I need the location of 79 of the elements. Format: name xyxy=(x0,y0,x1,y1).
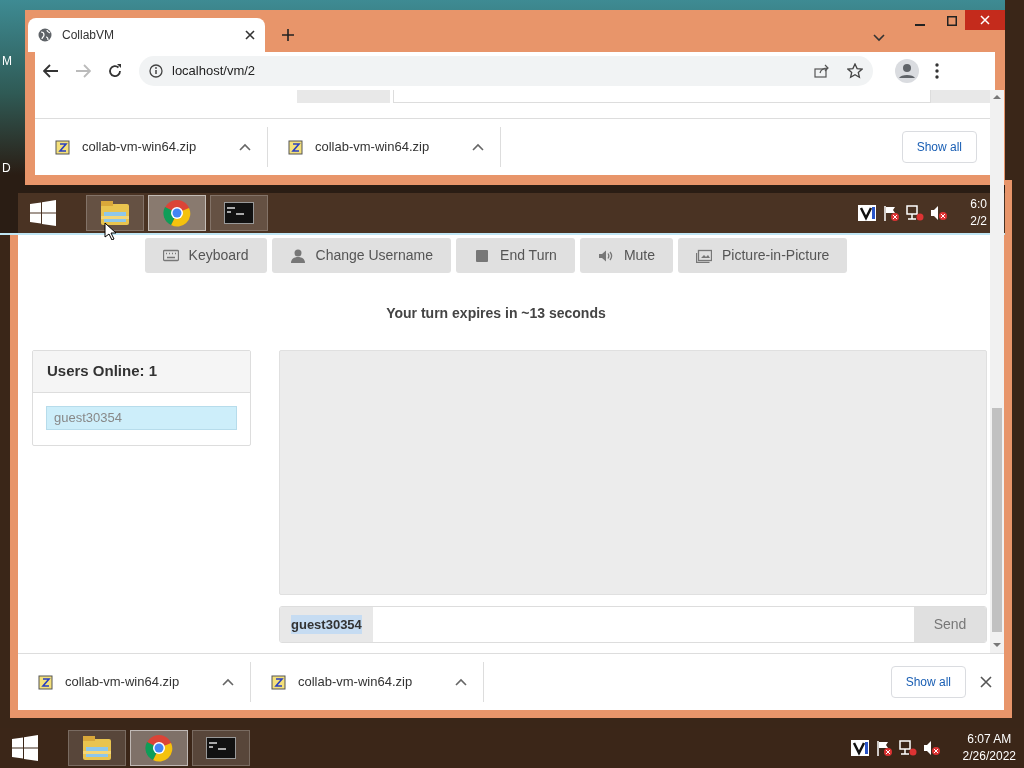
mouse-cursor-icon xyxy=(104,222,116,240)
more-options-icon[interactable] xyxy=(935,63,939,79)
close-icon[interactable] xyxy=(980,676,992,688)
scroll-down-icon[interactable] xyxy=(993,642,1001,648)
scrollbar-thumb[interactable] xyxy=(992,408,1002,632)
chrome-icon xyxy=(163,199,191,227)
network-icon xyxy=(898,740,917,756)
archive-icon xyxy=(288,139,303,155)
archive-icon xyxy=(55,139,70,155)
terminal-icon xyxy=(224,202,254,224)
flag-icon xyxy=(882,205,901,221)
scroll-up-icon[interactable] xyxy=(993,94,1001,100)
stop-icon xyxy=(474,248,491,263)
download-filename[interactable]: collab-vm-win64.zip xyxy=(65,672,210,692)
speaker-muted-icon xyxy=(930,205,949,221)
show-all-button[interactable]: Show all xyxy=(890,666,966,698)
clock-date: 2/26/2022 xyxy=(962,748,1016,765)
toolbar-button[interactable]: End Turn xyxy=(456,238,575,273)
browser-tab[interactable]: CollabVM xyxy=(28,18,265,52)
show-all-button[interactable]: Show all xyxy=(901,131,977,163)
scrollbar[interactable] xyxy=(990,90,1004,653)
caret-up-icon[interactable] xyxy=(472,142,484,152)
chrome-icon xyxy=(145,734,173,762)
download-filename[interactable]: collab-vm-win64.zip xyxy=(315,137,460,157)
folder-icon xyxy=(82,735,112,761)
toolbar-button[interactable]: Keyboard xyxy=(144,238,267,273)
reload-icon[interactable] xyxy=(107,63,123,79)
clock-time: 6:0 xyxy=(970,196,987,213)
download-filename[interactable]: collab-vm-win64.zip xyxy=(298,672,443,692)
keyboard-icon xyxy=(162,248,179,263)
toolbar-button[interactable]: Mute xyxy=(579,238,673,273)
globe-icon xyxy=(38,28,52,42)
caret-up-icon[interactable] xyxy=(239,142,251,152)
flag-icon xyxy=(874,740,893,756)
desktop-icon-label: M xyxy=(2,55,12,67)
share-icon[interactable] xyxy=(814,64,830,78)
star-icon[interactable] xyxy=(847,63,863,79)
archive-icon xyxy=(271,674,286,690)
info-icon xyxy=(149,64,163,78)
button-background xyxy=(931,90,991,103)
picture-in-picture-icon xyxy=(696,248,712,263)
tab-title: CollabVM xyxy=(62,27,116,44)
terminal-icon xyxy=(206,737,236,759)
archive-icon xyxy=(38,674,53,690)
taskbar-app-button[interactable] xyxy=(210,195,268,231)
back-arrow-icon[interactable] xyxy=(43,64,59,78)
toolbar-button[interactable]: Picture-in-Picture xyxy=(678,238,848,273)
taskbar-app-button[interactable] xyxy=(130,730,188,766)
close-icon[interactable] xyxy=(245,30,255,40)
caret-up-icon[interactable] xyxy=(222,677,234,687)
desktop-icon-label: D xyxy=(2,162,12,174)
close-button[interactable] xyxy=(965,10,1005,30)
vm-tray-icon xyxy=(858,205,877,221)
caret-up-icon[interactable] xyxy=(455,677,467,687)
vm-tray-icon xyxy=(850,740,869,756)
windows-start-icon[interactable] xyxy=(30,200,56,226)
maximize-icon[interactable] xyxy=(947,16,957,26)
taskbar-app-button[interactable] xyxy=(192,730,250,766)
speaker-icon xyxy=(597,248,614,263)
profile-avatar-icon[interactable] xyxy=(895,59,919,83)
network-icon xyxy=(906,205,925,221)
address-bar[interactable]: localhost/vm/2 xyxy=(139,56,873,86)
address-text: localhost/vm/2 xyxy=(172,62,257,81)
plus-icon[interactable] xyxy=(282,29,294,41)
download-filename[interactable]: collab-vm-win64.zip xyxy=(82,137,227,157)
folder-icon xyxy=(100,200,130,226)
users-panel-title: Users Online: 1 xyxy=(33,351,250,393)
chevron-down-icon[interactable] xyxy=(873,34,885,42)
user-icon xyxy=(289,248,306,263)
windows-start-icon[interactable] xyxy=(12,735,38,761)
clock-time: 6:07 AM xyxy=(967,731,1012,748)
toolbar-button[interactable]: Change Username xyxy=(271,238,452,273)
clock-date: 2/2 xyxy=(970,213,987,230)
taskbar-app-button[interactable] xyxy=(68,730,126,766)
turn-status: Your turn expires in ~13 seconds xyxy=(385,304,607,323)
close-icon xyxy=(980,15,990,25)
taskbar-app-button[interactable] xyxy=(86,195,144,231)
speaker-muted-icon xyxy=(922,740,941,756)
taskbar-app-button[interactable] xyxy=(148,195,206,231)
